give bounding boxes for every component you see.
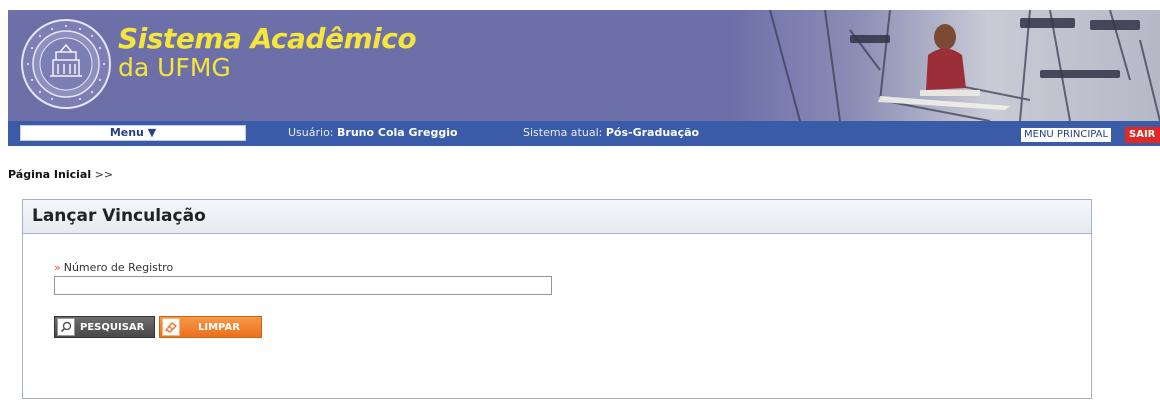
user-label: Usuário: <box>288 126 334 139</box>
sair-button[interactable]: SAIR <box>1125 127 1160 143</box>
registro-field-label: » Número de Registro <box>54 261 173 275</box>
required-arrow-icon: » <box>54 261 61 274</box>
app-root: Sistema Acadêmico da UFMG Menu ▼ Usuário… <box>0 0 1160 412</box>
form-panel: Lançar Vinculação » Número de Registro PE… <box>22 199 1092 399</box>
pesquisar-label: PESQUISAR <box>80 321 145 333</box>
top-navbar: Menu ▼ Usuário: Bruno Cola Greggio Siste… <box>8 121 1160 146</box>
search-icon <box>57 318 75 336</box>
registro-label-text: Número de Registro <box>63 261 174 274</box>
app-subtitle: da UFMG <box>118 53 231 82</box>
menu-principal-button[interactable]: MENU PRINCIPAL <box>1020 127 1113 143</box>
ufmg-seal-icon <box>21 19 111 109</box>
header-banner: Sistema Acadêmico da UFMG <box>8 10 1160 121</box>
breadcrumb-home-link[interactable]: Página Inicial <box>8 168 91 181</box>
app-title: Sistema Acadêmico <box>118 22 417 55</box>
app-title-block: Sistema Acadêmico da UFMG <box>118 22 417 82</box>
user-name: Bruno Cola Greggio <box>337 126 458 139</box>
user-info: Usuário: Bruno Cola Greggio <box>288 126 458 140</box>
registro-input[interactable] <box>54 276 552 295</box>
breadcrumb: Página Inicial >> <box>8 168 113 182</box>
breadcrumb-separator: >> <box>94 168 114 181</box>
system-info: Sistema atual: Pós-Graduação <box>523 126 699 140</box>
panel-header: Lançar Vinculação <box>23 200 1091 234</box>
pesquisar-button[interactable]: PESQUISAR <box>54 316 155 338</box>
system-name: Pós-Graduação <box>605 126 700 139</box>
eraser-icon <box>162 318 180 336</box>
banner-photo <box>730 10 1160 121</box>
system-label: Sistema atual: <box>523 126 603 139</box>
menu-dropdown-button[interactable]: Menu ▼ <box>20 125 246 141</box>
limpar-button[interactable]: LIMPAR <box>159 316 262 338</box>
panel-title: Lançar Vinculação <box>32 206 206 226</box>
limpar-label: LIMPAR <box>198 321 240 333</box>
